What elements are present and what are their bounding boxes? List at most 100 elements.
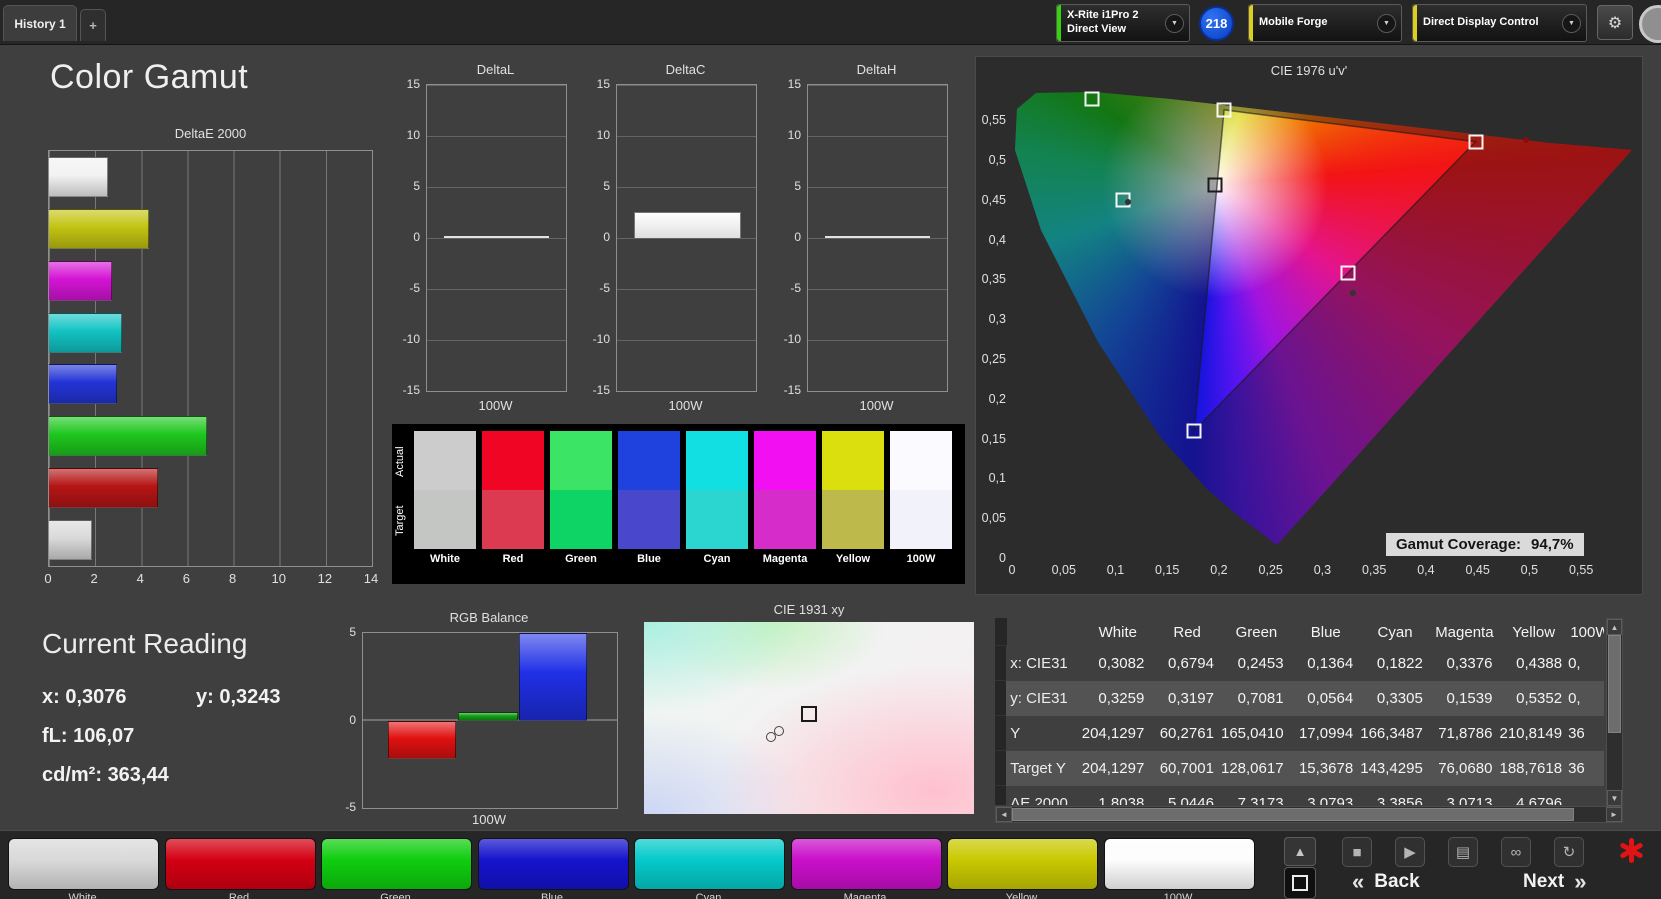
cie1931-target-dot bbox=[766, 732, 777, 743]
horizontal-scrollbar[interactable]: ◄ ► bbox=[995, 806, 1623, 823]
table-row[interactable]: x: CIE31 0,3082 0,6794 0,2453 0,1364 0,1822 0,… bbox=[995, 646, 1604, 681]
horizontal-scroll-thumb[interactable] bbox=[1012, 808, 1574, 821]
stop-button[interactable]: ■ bbox=[1342, 837, 1372, 867]
results-table: White Red Green Blue Cyan Magenta Yellow 100W x:… bbox=[995, 618, 1635, 823]
patch-button-blue[interactable] bbox=[477, 838, 629, 890]
settings-button[interactable]: ⚙ bbox=[1597, 5, 1633, 40]
pattern-window-button[interactable] bbox=[1284, 867, 1316, 899]
cie-y-tick: 0,55 bbox=[981, 113, 1006, 128]
row-label: Target Y bbox=[1010, 760, 1066, 777]
scroll-right-button[interactable]: ► bbox=[1606, 807, 1622, 822]
busy-indicator-icon bbox=[1618, 837, 1645, 864]
column-header-green: Green bbox=[1235, 623, 1278, 641]
swatch-label: Green bbox=[565, 553, 597, 565]
scroll-down-button[interactable]: ▼ bbox=[1607, 790, 1622, 806]
patch-button-yellow[interactable] bbox=[947, 838, 1098, 890]
deltae-x-tick: 0 bbox=[44, 571, 52, 586]
cie-x-tick: 0,15 bbox=[1155, 563, 1180, 577]
y-tick: 5 bbox=[794, 179, 801, 193]
meter-dropdown[interactable]: X-Rite i1Pro 2 Direct View ▼ bbox=[1056, 4, 1190, 42]
column-header-yellow: Yellow bbox=[1512, 623, 1556, 641]
next-chevron-icon: » bbox=[1574, 869, 1587, 894]
table-row[interactable]: Y 204,1297 60,2761 165,0410 17,0994 166,3487 7… bbox=[995, 716, 1604, 751]
scroll-up-button[interactable]: ▲ bbox=[1607, 619, 1622, 635]
vertical-scrollbar[interactable]: ▲ ▼ bbox=[1606, 618, 1623, 807]
patch-button-cyan[interactable] bbox=[634, 838, 785, 890]
deltae-x-tick: 6 bbox=[182, 571, 191, 586]
back-button[interactable]: « Back bbox=[1352, 868, 1420, 896]
vertical-scroll-thumb[interactable] bbox=[1608, 635, 1621, 733]
table-cell: 3,3856 bbox=[1376, 795, 1423, 805]
cie-marker-dot bbox=[1350, 289, 1357, 296]
actual-swatch-blue bbox=[618, 431, 680, 490]
right-arrow-icon: ► bbox=[1610, 810, 1618, 819]
display-control-dropdown[interactable]: Direct Display Control ▼ bbox=[1412, 4, 1587, 42]
patch-button-red[interactable] bbox=[164, 838, 316, 890]
next-button[interactable]: Next » bbox=[1523, 868, 1586, 896]
gamut-coverage-readout: Gamut Coverage: 94,7% bbox=[1386, 533, 1584, 556]
patch-button-100w[interactable] bbox=[1103, 838, 1255, 890]
gear-icon: ⚙ bbox=[1607, 14, 1623, 32]
add-tab-button[interactable]: + bbox=[80, 9, 106, 41]
swatch-column-blue: Blue bbox=[618, 431, 680, 565]
deltae-x-tick: 8 bbox=[228, 571, 237, 586]
patch-button-white[interactable] bbox=[8, 838, 159, 890]
measurement-count-badge[interactable]: 218 bbox=[1199, 6, 1234, 41]
edge-button[interactable] bbox=[1639, 5, 1661, 43]
table-row[interactable]: Target Y 204,1297 60,7001 128,0617 15,3678 14… bbox=[995, 751, 1604, 786]
column-header-cyan: Cyan bbox=[1377, 623, 1413, 641]
link-button[interactable]: ∞ bbox=[1501, 837, 1531, 867]
deltae-bar-magenta bbox=[49, 260, 113, 301]
table-row[interactable]: ΔE 2000 1,8038 5,0446 7,3173 3,0793 3,3856 3,0… bbox=[995, 786, 1604, 805]
y-tick: 0 bbox=[413, 230, 420, 244]
rgb-balance-plot bbox=[362, 632, 618, 809]
table-gutter bbox=[995, 751, 1007, 786]
deltac-bar bbox=[633, 211, 742, 238]
deltae-x-tick: 4 bbox=[136, 571, 144, 586]
meter-line2: Direct View bbox=[1067, 23, 1127, 35]
rgb-bar-green bbox=[458, 711, 518, 721]
y-tick: -5 bbox=[790, 281, 801, 295]
patch-button-green[interactable] bbox=[321, 838, 472, 890]
deltal-plot bbox=[426, 84, 567, 392]
rgb-balance-x-label: 100W bbox=[472, 812, 506, 827]
cie-x-tick: 0,05 bbox=[1051, 563, 1076, 577]
rgb-y-tick: 5 bbox=[349, 625, 356, 639]
cie-x-tick: 0,55 bbox=[1568, 563, 1594, 577]
cie-marker-square-dark bbox=[1207, 177, 1223, 193]
next-label: Next bbox=[1523, 871, 1565, 892]
source-dropdown[interactable]: Mobile Forge ▼ bbox=[1248, 4, 1402, 42]
down-arrow-icon: ▼ bbox=[1610, 793, 1619, 803]
column-header-blue: Blue bbox=[1310, 623, 1341, 641]
table-cell: 166,3487 bbox=[1360, 725, 1423, 742]
current-reading-title: Current Reading bbox=[42, 628, 248, 659]
deltae-x-tick: 10 bbox=[271, 571, 286, 586]
left-arrow-icon: ◄ bbox=[1000, 810, 1008, 819]
table-row[interactable]: y: CIE31 0,3259 0,3197 0,7081 0,0564 0,3305 0,… bbox=[995, 681, 1604, 716]
table-cell: 1,8038 bbox=[1098, 795, 1145, 805]
table-cell: 36 bbox=[1568, 725, 1585, 742]
table-cell: 165,0410 bbox=[1220, 725, 1284, 742]
table-cell: 3,0793 bbox=[1307, 795, 1354, 805]
panel-up-button[interactable]: ▲ bbox=[1284, 837, 1316, 866]
refresh-button[interactable]: ↻ bbox=[1554, 837, 1584, 867]
swatch-column-yellow: Yellow bbox=[822, 431, 884, 565]
history-tab[interactable]: History 1 bbox=[3, 5, 77, 41]
scroll-left-button[interactable]: ◄ bbox=[996, 807, 1012, 822]
deltae2000-chart-title: DeltaE 2000 bbox=[174, 126, 247, 141]
column-header-red: Red bbox=[1173, 623, 1201, 641]
cie-x-tick: 0,4 bbox=[1417, 563, 1435, 577]
rgb-bar-blue bbox=[519, 632, 587, 721]
column-header-white: White bbox=[1098, 623, 1137, 641]
cie-y-tick: 0,1 bbox=[988, 471, 1006, 486]
deltal-y-axis: 15 10 5 0 -5 -10 -15 bbox=[394, 77, 422, 397]
save-button[interactable]: ▤ bbox=[1448, 837, 1478, 867]
cie-y-tick: 0,15 bbox=[981, 431, 1006, 446]
save-icon: ▤ bbox=[1455, 844, 1471, 861]
patch-button-magenta[interactable] bbox=[790, 838, 942, 890]
swatch-column-magenta: Magenta bbox=[754, 431, 816, 565]
cie-marker-dot-red bbox=[1523, 137, 1530, 144]
play-button[interactable]: ▶ bbox=[1395, 837, 1425, 867]
table-cell: 204,1297 bbox=[1081, 725, 1145, 742]
table-cell: 0,5352 bbox=[1516, 690, 1563, 707]
